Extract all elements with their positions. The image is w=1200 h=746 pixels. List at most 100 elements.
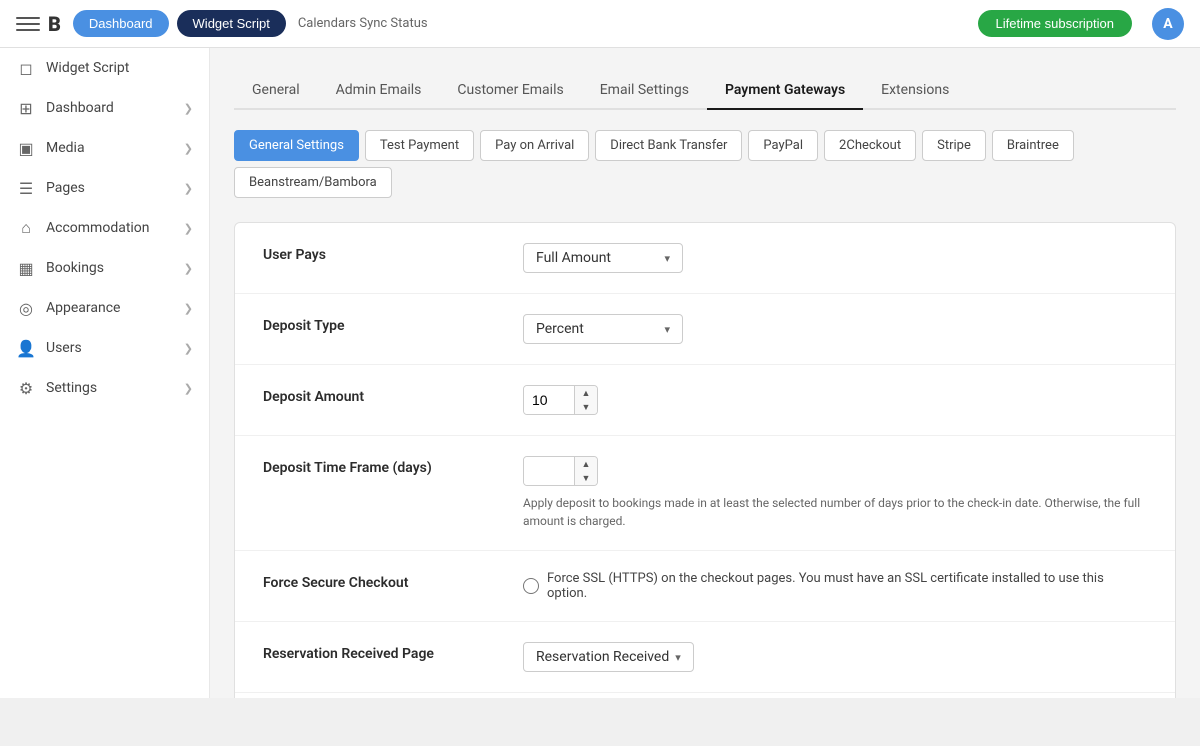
chevron-right-icon: ❯	[184, 222, 193, 235]
deposit-type-value: Percent	[536, 321, 584, 337]
deposit-amount-spinner: ▲ ▼	[523, 385, 598, 415]
settings-icon: ⚙	[16, 378, 36, 398]
sidebar-item-widget-script[interactable]: ◻ Widget Script	[0, 48, 209, 88]
deposit-amount-input[interactable]	[524, 386, 574, 414]
reservation-received-control: Reservation Received ▾	[523, 642, 1147, 672]
reservation-received-dropdown[interactable]: Reservation Received ▾	[523, 642, 694, 672]
sidebar-item-label: Bookings	[46, 260, 104, 276]
subtab-2checkout[interactable]: 2Checkout	[824, 130, 916, 161]
sidebar-item-label: Appearance	[46, 300, 120, 316]
chevron-right-icon: ❯	[184, 382, 193, 395]
deposit-time-frame-helper: Apply deposit to bookings made in at lea…	[523, 494, 1147, 530]
sidebar-item-label: Users	[46, 340, 82, 356]
chevron-down-icon: ▾	[664, 252, 670, 265]
spinner-down-button[interactable]: ▼	[575, 471, 597, 485]
dashboard-button[interactable]: Dashboard	[73, 10, 169, 37]
spinner-down-button[interactable]: ▼	[575, 400, 597, 414]
accommodation-icon: ⌂	[16, 218, 36, 238]
sidebar-item-label: Pages	[46, 180, 85, 196]
subscription-button[interactable]: Lifetime subscription	[978, 10, 1133, 37]
dashboard-icon: ⊞	[16, 98, 36, 118]
deposit-time-frame-label: Deposit Time Frame (days)	[263, 456, 523, 476]
spinner-buttons: ▲ ▼	[574, 386, 597, 414]
sidebar: ◻ Widget Script ⊞ Dashboard ❯ ▣ Media ❯ …	[0, 48, 210, 698]
force-ssl-radio[interactable]	[523, 578, 539, 594]
deposit-type-label: Deposit Type	[263, 314, 523, 334]
chevron-down-icon: ▾	[675, 651, 681, 664]
subtab-braintree[interactable]: Braintree	[992, 130, 1074, 161]
sidebar-item-label: Media	[46, 140, 85, 156]
tab-general[interactable]: General	[234, 72, 318, 110]
pages-icon: ☰	[16, 178, 36, 198]
chevron-right-icon: ❯	[184, 302, 193, 315]
subtab-pay-on-arrival[interactable]: Pay on Arrival	[480, 130, 589, 161]
bookings-icon: ▦	[16, 258, 36, 278]
spinner-buttons: ▲ ▼	[574, 457, 597, 485]
user-pays-label: User Pays	[263, 243, 523, 263]
tab-extensions[interactable]: Extensions	[863, 72, 967, 110]
setting-row-reservation-received: Reservation Received Page Reservation Re…	[235, 622, 1175, 693]
user-pays-value: Full Amount	[536, 250, 611, 266]
chevron-right-icon: ❯	[184, 102, 193, 115]
main-content: General Admin Emails Customer Emails Ema…	[210, 48, 1200, 698]
sidebar-item-label: Accommodation	[46, 220, 150, 236]
settings-card: User Pays Full Amount ▾ Deposit Type Per…	[234, 222, 1176, 698]
deposit-time-frame-input[interactable]	[524, 457, 574, 485]
media-icon: ▣	[16, 138, 36, 158]
sidebar-item-pages[interactable]: ☰ Pages ❯	[0, 168, 209, 208]
subtab-beanstream[interactable]: Beanstream/Bambora	[234, 167, 392, 198]
sidebar-item-appearance[interactable]: ◎ Appearance ❯	[0, 288, 209, 328]
chevron-right-icon: ❯	[184, 142, 193, 155]
tab-customer-emails[interactable]: Customer Emails	[439, 72, 581, 110]
chevron-right-icon: ❯	[184, 262, 193, 275]
breadcrumb: Calendars Sync Status	[298, 16, 428, 31]
users-icon: 👤	[16, 338, 36, 358]
force-secure-label: Force Secure Checkout	[263, 571, 523, 591]
tab-payment-gateways[interactable]: Payment Gateways	[707, 72, 863, 110]
subtab-direct-bank-transfer[interactable]: Direct Bank Transfer	[595, 130, 742, 161]
deposit-time-frame-control: ▲ ▼ Apply deposit to bookings made in at…	[523, 456, 1147, 530]
force-secure-radio-wrap: Force SSL (HTTPS) on the checkout pages.…	[523, 571, 1147, 601]
sidebar-item-accommodation[interactable]: ⌂ Accommodation ❯	[0, 208, 209, 248]
sidebar-item-settings[interactable]: ⚙ Settings ❯	[0, 368, 209, 408]
chevron-right-icon: ❯	[184, 342, 193, 355]
sidebar-item-label: Dashboard	[46, 100, 114, 116]
sidebar-item-users[interactable]: 👤 Users ❯	[0, 328, 209, 368]
force-secure-control: Force SSL (HTTPS) on the checkout pages.…	[523, 571, 1147, 601]
appearance-icon: ◎	[16, 298, 36, 318]
subtab-test-payment[interactable]: Test Payment	[365, 130, 474, 161]
user-pays-control: Full Amount ▾	[523, 243, 1147, 273]
subtabs-navigation: General Settings Test Payment Pay on Arr…	[234, 130, 1176, 198]
layout: ◻ Widget Script ⊞ Dashboard ❯ ▣ Media ❯ …	[0, 48, 1200, 698]
subtab-stripe[interactable]: Stripe	[922, 130, 986, 161]
sidebar-item-label: Settings	[46, 380, 97, 396]
topbar: B Dashboard Widget Script Calendars Sync…	[0, 0, 1200, 48]
deposit-type-control: Percent ▾	[523, 314, 1147, 344]
widget-script-button[interactable]: Widget Script	[177, 10, 286, 37]
chevron-down-icon: ▾	[664, 323, 670, 336]
setting-row-deposit-amount: Deposit Amount ▲ ▼	[235, 365, 1175, 436]
subtab-paypal[interactable]: PayPal	[748, 130, 818, 161]
app-logo: B	[48, 12, 61, 36]
subtab-general-settings[interactable]: General Settings	[234, 130, 359, 161]
force-ssl-radio-label: Force SSL (HTTPS) on the checkout pages.…	[547, 571, 1147, 601]
reservation-received-value: Reservation Received	[536, 649, 669, 665]
setting-row-force-secure: Force Secure Checkout Force SSL (HTTPS) …	[235, 551, 1175, 622]
sidebar-item-media[interactable]: ▣ Media ❯	[0, 128, 209, 168]
deposit-type-dropdown[interactable]: Percent ▾	[523, 314, 683, 344]
avatar[interactable]: A	[1152, 8, 1184, 40]
deposit-amount-label: Deposit Amount	[263, 385, 523, 405]
setting-row-deposit-type: Deposit Type Percent ▾	[235, 294, 1175, 365]
setting-row-deposit-time-frame: Deposit Time Frame (days) ▲ ▼ Apply depo…	[235, 436, 1175, 551]
sidebar-item-dashboard[interactable]: ⊞ Dashboard ❯	[0, 88, 209, 128]
deposit-amount-control: ▲ ▼	[523, 385, 1147, 415]
deposit-time-frame-spinner: ▲ ▼	[523, 456, 598, 486]
user-pays-dropdown[interactable]: Full Amount ▾	[523, 243, 683, 273]
spinner-up-button[interactable]: ▲	[575, 457, 597, 471]
spinner-up-button[interactable]: ▲	[575, 386, 597, 400]
sidebar-item-bookings[interactable]: ▦ Bookings ❯	[0, 248, 209, 288]
setting-row-user-pays: User Pays Full Amount ▾	[235, 223, 1175, 294]
tab-email-settings[interactable]: Email Settings	[582, 72, 707, 110]
menu-icon[interactable]	[16, 12, 40, 36]
tab-admin-emails[interactable]: Admin Emails	[318, 72, 440, 110]
